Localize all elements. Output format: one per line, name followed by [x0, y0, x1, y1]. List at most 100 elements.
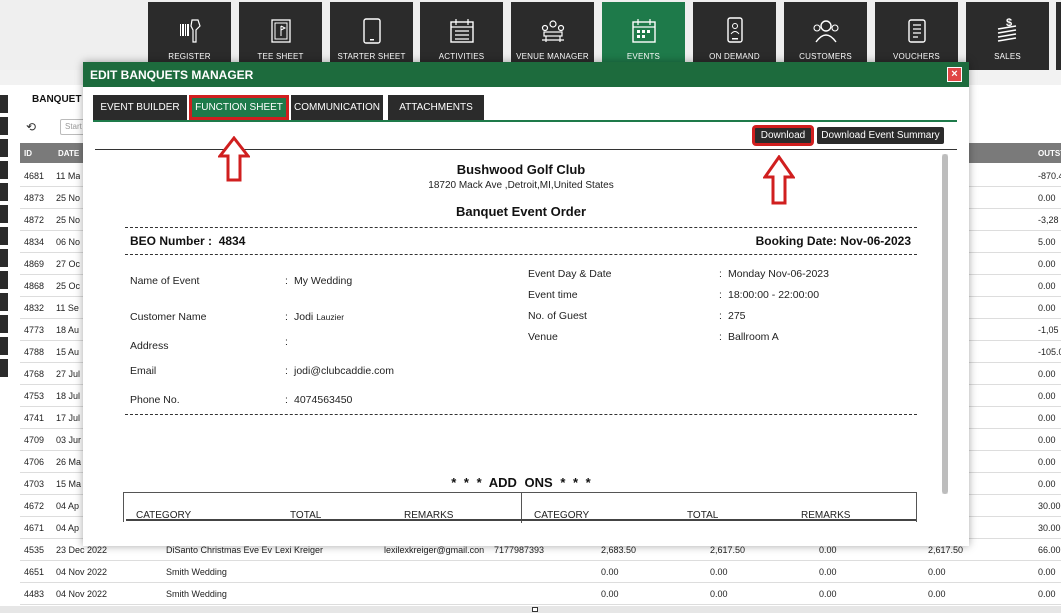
nav-tee-sheet[interactable]: TEE SHEET: [239, 2, 322, 70]
cell-email: lexilexkreiger@gmail.con: [384, 545, 485, 555]
cell-event: Smith Wedding: [166, 589, 227, 599]
download-event-summary-button[interactable]: Download Event Summary: [817, 127, 944, 144]
cell-id: 4832: [24, 303, 45, 313]
tab-function-sheet[interactable]: FUNCTION SHEET: [189, 95, 289, 120]
document-scrollbar[interactable]: [942, 154, 948, 494]
download-button[interactable]: Download: [752, 125, 814, 146]
nav-label: EVENTS: [626, 52, 661, 61]
customer-name-value: Jodi Lauzier: [294, 311, 344, 323]
cell-id: 4869: [24, 259, 45, 269]
app-root: REGISTER TEE SHEET STARTER SHEET ACTIVIT…: [0, 0, 1061, 613]
cell-outstanding: 0.00: [1038, 435, 1056, 445]
tab-event-builder[interactable]: EVENT BUILDER: [93, 95, 187, 120]
cell-outstanding: 0.00: [1038, 457, 1056, 467]
table-row[interactable]: 4483 04 Nov 2022 Smith Wedding 0.00 0.00 0.00…: [20, 583, 1061, 605]
cell-id: 4741: [24, 413, 45, 423]
cell-date: 23 Dec 2022: [56, 545, 108, 555]
cell-c4: 2,617.50: [928, 545, 964, 555]
nav-starter-sheet[interactable]: STARTER SHEET: [330, 2, 413, 70]
divider: [125, 254, 917, 255]
cell-outstanding: 0.00: [1038, 413, 1056, 423]
cell-id: 4753: [24, 391, 45, 401]
guests-value: 275: [728, 310, 746, 322]
cell-date: 27 Jul: [56, 369, 81, 379]
cell-phone: 7177987393: [494, 545, 545, 555]
column-header-id: ID: [24, 149, 32, 158]
cell-c1: 0.00: [601, 589, 619, 599]
phone-icon: [693, 16, 776, 46]
customers-icon: [784, 16, 867, 46]
booking-value: Nov-06-2023: [840, 234, 911, 248]
nav-venue-manager[interactable]: VENUE MANAGER: [511, 2, 594, 70]
venue-label: Venue: [528, 331, 558, 343]
nav-customers[interactable]: CUSTOMERS: [784, 2, 867, 70]
cell-out: 0.00: [1038, 589, 1056, 599]
table-row[interactable]: 4651 04 Nov 2022 Smith Wedding 0.00 0.00 0.00…: [20, 561, 1061, 583]
nav-label: STARTER SHEET: [337, 52, 406, 61]
cell-id: 4788: [24, 347, 45, 357]
scroll-thumb[interactable]: [942, 154, 948, 494]
nav-on-demand[interactable]: ON DEMAND: [693, 2, 776, 70]
left-sidebar: [0, 95, 8, 395]
colon: :: [719, 268, 722, 280]
colon: :: [285, 394, 288, 406]
top-navigation: REGISTER TEE SHEET STARTER SHEET ACTIVIT…: [0, 0, 1061, 70]
cell-id: 4873: [24, 193, 45, 203]
sales-icon: $: [966, 14, 1049, 44]
customer-first-name: Jodi: [294, 311, 314, 323]
tab-underline: [93, 120, 957, 122]
cell-date: 11 Se: [56, 303, 79, 313]
cell-id: 4773: [24, 325, 45, 335]
cell-date: 18 Jul: [56, 391, 81, 401]
scroll-thumb[interactable]: [532, 607, 538, 612]
cell-date: 27 Oc: [56, 259, 81, 269]
addons-table: CATEGORY TOTAL REMARKS CATEGORY TOTAL RE…: [123, 492, 917, 523]
phone-label: Phone No.: [130, 394, 180, 406]
cell-date: 26 Ma: [56, 457, 82, 467]
edit-banquets-modal: EDIT BANQUETS MANAGER × EVENT BUILDER FU…: [83, 62, 969, 546]
colon: :: [719, 289, 722, 301]
cell-c2: 0.00: [710, 567, 728, 577]
function-sheet-document: Bushwood Golf Club 18720 Mack Ave ,Detro…: [95, 150, 947, 546]
phone-value: 4074563450: [294, 394, 353, 406]
cell-c3: 0.00: [819, 545, 837, 555]
event-name-value: My Wedding: [294, 275, 353, 287]
cell-id: 4872: [24, 215, 45, 225]
cell-c3: 0.00: [819, 567, 837, 577]
nav-activities[interactable]: ACTIVITIES: [420, 2, 503, 70]
cell-date: 04 Nov 2022: [56, 567, 108, 577]
venue-value: Ballroom A: [728, 331, 779, 343]
cell-c4: 0.00: [928, 567, 946, 577]
nav-vouchers[interactable]: VOUCHERS: [875, 2, 958, 70]
nav-label: CUSTOMERS: [799, 52, 852, 61]
cell-event: DiSanto Christmas Eve Ev: [166, 545, 273, 555]
colon: :: [719, 310, 722, 322]
nav-events[interactable]: EVENTS: [602, 2, 685, 70]
divider: [125, 227, 917, 228]
cell-outstanding: 0.00: [1038, 479, 1056, 489]
cell-outstanding: -1,05: [1038, 325, 1059, 335]
calendar-icon: [420, 16, 503, 46]
tab-attachments[interactable]: ATTACHMENTS: [388, 95, 484, 120]
event-time-value: 18:00:00 - 22:00:00: [728, 289, 820, 301]
cell-date: 15 Au: [56, 347, 80, 357]
horizontal-scrollbar[interactable]: [0, 606, 1061, 613]
tab-communication[interactable]: COMMUNICATION: [291, 95, 383, 120]
nav-sales[interactable]: $ SALES: [966, 2, 1049, 70]
cell-outstanding: -870.4: [1038, 171, 1061, 181]
cell-outstanding: 0.00: [1038, 391, 1056, 401]
cell-outstanding: 0.00: [1038, 369, 1056, 379]
cell-date: 17 Jul: [56, 413, 81, 423]
cell-c1: 0.00: [601, 567, 619, 577]
cell-outstanding: 30.00: [1038, 523, 1061, 533]
refresh-icon[interactable]: ⟲: [26, 120, 36, 134]
cell-id: 4651: [24, 567, 45, 577]
nav-overflow-tile[interactable]: [1056, 2, 1061, 70]
guests-label: No. of Guest: [528, 310, 587, 322]
colon: :: [719, 331, 722, 343]
event-day-value: Monday Nov-06-2023: [728, 268, 829, 280]
modal-header: EDIT BANQUETS MANAGER ×: [83, 62, 969, 87]
close-icon[interactable]: ×: [947, 67, 962, 82]
nav-label: SALES: [994, 52, 1021, 61]
nav-register[interactable]: REGISTER: [148, 2, 231, 70]
